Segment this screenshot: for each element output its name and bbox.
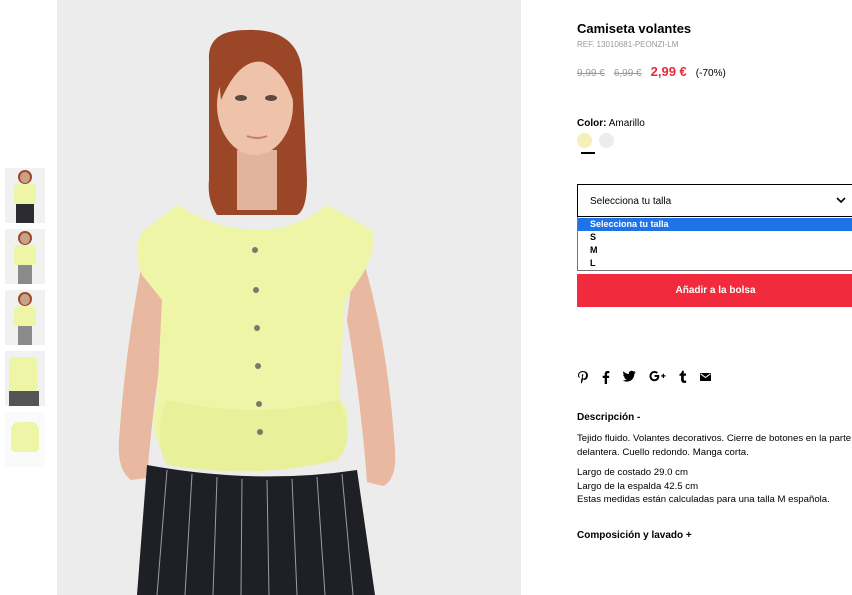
previous-price: 6,99 € <box>613 68 642 79</box>
size-option-m[interactable]: M <box>578 244 852 257</box>
size-option-s[interactable]: S <box>578 231 852 244</box>
description-heading[interactable]: Descripción - <box>577 412 640 423</box>
product-title: Camiseta volantes <box>577 21 692 36</box>
product-reference: REF. 13010681-PEONZI-LM <box>577 40 679 49</box>
size-option-placeholder[interactable]: Selecciona tu talla <box>578 218 852 231</box>
thumbnail-strip <box>5 168 45 473</box>
thumbnail-1[interactable] <box>5 168 45 223</box>
price-row: 9,99 € 6,99 € 2,99 € (-70%) <box>577 64 726 79</box>
description-text: Tejido fluido. Volantes decorativos. Cie… <box>577 433 852 458</box>
chevron-down-icon <box>836 197 846 204</box>
social-share-row <box>577 370 724 384</box>
size-select-value: Selecciona tu talla <box>590 196 672 207</box>
size-option-l[interactable]: L <box>578 257 852 270</box>
twitter-icon[interactable] <box>622 370 636 384</box>
swatch-white[interactable] <box>599 133 614 148</box>
size-select[interactable]: Selecciona tu talla <box>577 184 852 217</box>
discount-badge: (-70%) <box>695 68 726 79</box>
color-label: Color: <box>577 118 607 129</box>
measure-size-note: Estas medidas están calculadas para una … <box>577 494 830 505</box>
measure-back-length: Largo de la espalda 42.5 cm <box>577 480 699 492</box>
color-swatches <box>577 133 621 148</box>
facebook-icon[interactable] <box>602 370 610 384</box>
pinterest-icon[interactable] <box>577 370 589 384</box>
email-icon[interactable] <box>700 370 711 384</box>
color-label-row: Color: Amarillo <box>577 118 645 129</box>
tumblr-icon[interactable] <box>679 370 687 384</box>
add-to-bag-button[interactable]: Añadir a la bolsa <box>577 274 852 307</box>
thumbnail-2[interactable] <box>5 229 45 284</box>
description-measures: Largo de costado 29.0 cm Largo de la esp… <box>577 466 852 507</box>
swatch-yellow[interactable] <box>577 133 592 148</box>
product-main-image <box>57 0 521 595</box>
original-price: 9,99 € <box>577 68 605 79</box>
selected-swatch-indicator <box>581 152 595 154</box>
google-plus-icon[interactable] <box>649 370 666 384</box>
composition-heading[interactable]: Composición y lavado + <box>577 530 692 541</box>
thumbnail-5[interactable] <box>5 412 45 467</box>
size-dropdown-list: Selecciona tu talla S M L <box>577 217 852 271</box>
color-value: Amarillo <box>608 118 645 129</box>
thumbnail-4[interactable] <box>5 351 45 406</box>
sale-price: 2,99 € <box>650 64 687 79</box>
measure-side-length: Largo de costado 29.0 cm <box>577 467 688 478</box>
thumbnail-3[interactable] <box>5 290 45 345</box>
